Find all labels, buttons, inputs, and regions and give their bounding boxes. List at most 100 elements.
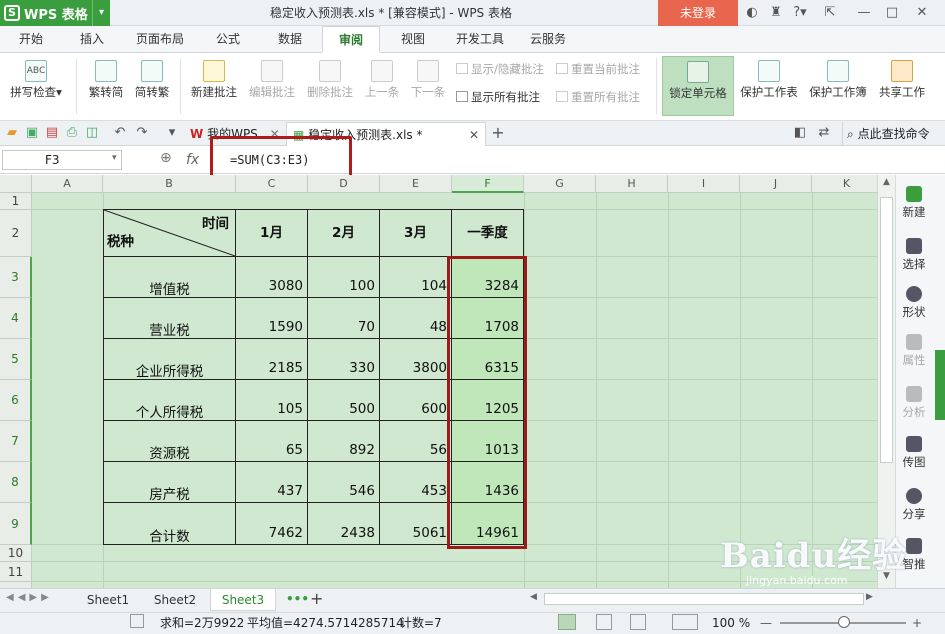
value-cell[interactable]: 330 xyxy=(308,339,380,380)
header-cell[interactable]: 一季度 xyxy=(452,210,524,257)
redo-icon[interactable]: ↷ xyxy=(134,125,150,141)
name-box[interactable]: F3 xyxy=(2,150,122,170)
row-label-cell[interactable]: 合计数 xyxy=(104,503,236,545)
new-tab-plus-icon[interactable]: + xyxy=(490,125,506,141)
sheet-nav-arrows-icon[interactable]: ◀◀▶▶ xyxy=(6,592,53,603)
value-cell[interactable]: 70 xyxy=(308,298,380,339)
column-header[interactable]: K xyxy=(812,175,877,193)
row-label-cell[interactable]: 企业所得税 xyxy=(104,339,236,380)
close-icon[interactable]: ✕ xyxy=(910,0,934,26)
value-cell[interactable]: 1590 xyxy=(236,298,308,339)
maximize-icon[interactable]: □ xyxy=(880,0,904,26)
tab-data[interactable]: 数据 xyxy=(262,26,318,53)
more-sheets-icon[interactable]: ••• xyxy=(286,592,309,606)
value-cell[interactable]: 5061 xyxy=(380,503,452,545)
column-header[interactable]: D xyxy=(308,175,380,193)
row-header[interactable]: 5 xyxy=(0,339,32,380)
tab-formulas[interactable]: 公式 xyxy=(200,26,256,53)
zoom-out-icon[interactable]: — xyxy=(760,612,772,634)
value-cell[interactable]: 500 xyxy=(308,380,380,421)
add-sheet-plus-icon[interactable]: + xyxy=(310,589,323,608)
header-cell[interactable]: 1月 xyxy=(236,210,308,257)
panel-upload-image-button[interactable]: 传图 xyxy=(895,436,933,470)
panel-toggle[interactable] xyxy=(935,350,945,420)
chevron-down-icon[interactable]: ▾ xyxy=(112,153,117,163)
panel-analysis-button[interactable]: 分析 xyxy=(895,386,933,420)
minimize-icon[interactable]: — xyxy=(852,0,876,26)
print-icon[interactable]: ⎙ xyxy=(64,125,80,141)
value-cell[interactable]: 2185 xyxy=(236,339,308,380)
reading-mode-icon[interactable] xyxy=(672,614,698,630)
zoom-slider-handle[interactable] xyxy=(838,616,850,628)
tab-cloud[interactable]: 云服务 xyxy=(518,26,578,53)
tab-home[interactable]: 开始 xyxy=(4,26,58,53)
panel-share-button[interactable]: 分享 xyxy=(895,488,933,522)
trad-to-simp-button[interactable]: 繁转简 xyxy=(84,56,128,116)
delete-comment-button[interactable]: 删除批注 xyxy=(302,56,358,116)
tab-review[interactable]: 审阅 xyxy=(322,26,380,53)
select-all-corner[interactable] xyxy=(0,175,32,193)
next-comment-button[interactable]: 下一条 xyxy=(406,56,450,116)
row-header[interactable]: 4 xyxy=(0,298,32,339)
reset-current-comment-button[interactable]: 重置当前批注 xyxy=(556,60,640,78)
edit-comment-button[interactable]: 编辑批注 xyxy=(244,56,300,116)
command-search-box[interactable]: ⌕ 点此查找命令 xyxy=(842,122,942,146)
help-icon[interactable]: ?▾ xyxy=(788,0,812,26)
tab-page-layout[interactable]: 页面布局 xyxy=(126,26,194,53)
row-header[interactable]: 1 xyxy=(0,193,32,210)
normal-view-icon[interactable] xyxy=(558,614,576,630)
value-cell[interactable]: 104 xyxy=(380,257,452,298)
export-pdf-icon[interactable]: ▤ xyxy=(44,125,60,141)
row-label-cell[interactable]: 个人所得税 xyxy=(104,380,236,421)
simp-to-trad-button[interactable]: 简转繁 xyxy=(130,56,174,116)
value-cell[interactable]: 3080 xyxy=(236,257,308,298)
sheet-tab-3[interactable]: Sheet3 xyxy=(210,589,276,611)
diagonal-header-cell[interactable]: 时间 税种 xyxy=(104,210,236,257)
value-cell[interactable]: 600 xyxy=(380,380,452,421)
protect-book-button[interactable]: 保护工作簿 xyxy=(804,56,872,116)
chevron-down-icon[interactable]: ▾ xyxy=(164,125,180,141)
arrows-icon[interactable]: ⇄ xyxy=(816,125,832,141)
page-layout-view-icon[interactable] xyxy=(596,614,612,630)
reset-all-comments-button[interactable]: 重置所有批注 xyxy=(556,88,640,106)
value-cell[interactable]: 65 xyxy=(236,421,308,462)
skin-icon[interactable]: ◐ xyxy=(740,0,764,26)
spell-check-button[interactable]: ABC 拼写检查▾ xyxy=(4,56,68,116)
lock-cell-button[interactable]: 锁定单元格 xyxy=(662,56,734,116)
prev-comment-button[interactable]: 上一条 xyxy=(360,56,404,116)
column-header[interactable]: B xyxy=(103,175,236,193)
row-label-cell[interactable]: 资源税 xyxy=(104,421,236,462)
sheet-tab-2[interactable]: Sheet2 xyxy=(142,589,208,611)
column-header[interactable]: F xyxy=(452,175,524,193)
scroll-left-icon[interactable]: ◀ xyxy=(530,592,542,606)
open-folder-icon[interactable]: ▰ xyxy=(4,125,20,141)
column-header[interactable]: H xyxy=(596,175,668,193)
scroll-thumb[interactable] xyxy=(880,197,893,463)
panel-select-button[interactable]: 选择 xyxy=(895,238,933,272)
row-header[interactable]: 8 xyxy=(0,462,32,503)
panel-properties-button[interactable]: 属性 xyxy=(895,334,933,368)
show-hide-comment-button[interactable]: 显示/隐藏批注 xyxy=(456,60,544,78)
value-cell[interactable]: 7462 xyxy=(236,503,308,545)
value-cell[interactable]: 48 xyxy=(380,298,452,339)
column-header[interactable]: G xyxy=(524,175,596,193)
zoom-icon[interactable]: ⊕ xyxy=(160,150,172,166)
column-header[interactable]: A xyxy=(32,175,103,193)
app-menu-button[interactable]: S WPS 表格 ▾ xyxy=(0,0,110,26)
window-restore-icon[interactable]: ⇱ xyxy=(818,0,842,26)
doc-icon[interactable]: ◧ xyxy=(792,125,808,141)
scroll-right-icon[interactable]: ▶ xyxy=(866,592,878,606)
horizontal-scroll-thumb[interactable] xyxy=(544,593,864,605)
row-header[interactable]: 2 xyxy=(0,210,32,257)
value-cell[interactable]: 3800 xyxy=(380,339,452,380)
column-header[interactable]: C xyxy=(236,175,308,193)
shirt-icon[interactable]: ♜ xyxy=(764,0,788,26)
tab-view[interactable]: 视图 xyxy=(386,26,440,53)
row-header[interactable]: 10 xyxy=(0,545,32,562)
insert-function-icon[interactable]: fx xyxy=(186,150,199,170)
worksheet-grid[interactable]: A B C D E F G H I J K 1 2 3 4 5 6 7 8 9 … xyxy=(0,175,877,588)
tab-developer[interactable]: 开发工具 xyxy=(446,26,514,53)
page-break-view-icon[interactable] xyxy=(630,614,646,630)
header-cell[interactable]: 2月 xyxy=(308,210,380,257)
value-cell[interactable]: 2438 xyxy=(308,503,380,545)
